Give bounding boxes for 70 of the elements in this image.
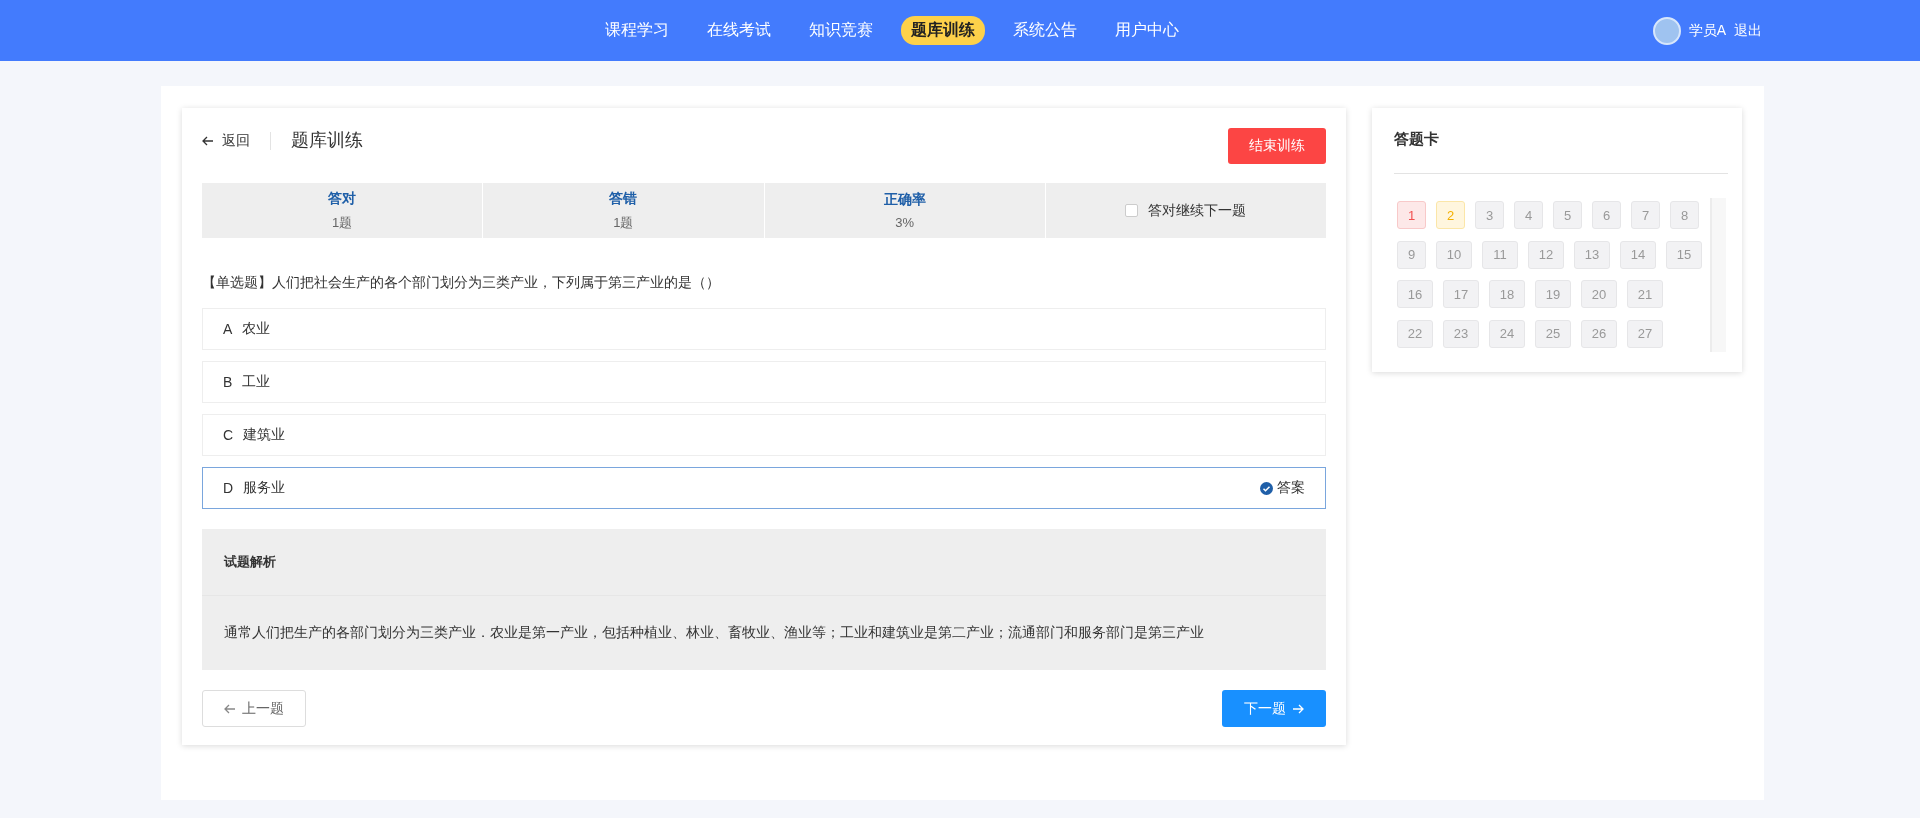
next-button[interactable]: 下一题	[1222, 690, 1326, 727]
answer-option[interactable]: D 服务业 答案	[202, 467, 1326, 509]
option-text: 农业	[242, 320, 271, 338]
question-number[interactable]: 23	[1443, 319, 1479, 348]
question-number[interactable]: 7	[1631, 201, 1660, 229]
question-number[interactable]: 5	[1553, 201, 1582, 229]
nav-tab[interactable]: 课程学习	[595, 16, 679, 45]
answer-tag: 答案	[1277, 479, 1305, 497]
question-number[interactable]: 13	[1574, 240, 1610, 269]
question-number[interactable]: 20	[1581, 280, 1617, 308]
nav-tab[interactable]: 用户中心	[1105, 16, 1189, 45]
nav-tab[interactable]: 系统公告	[1003, 16, 1087, 45]
logout-link[interactable]: 退出	[1734, 21, 1762, 40]
question-number[interactable]: 17	[1443, 280, 1479, 308]
arrow-right-icon	[1292, 703, 1304, 714]
analysis-text: 通常人们把生产的各部门划分为三类产业．农业是第一产业，包括种植业、林业、畜牧业、渔业等；工业和建筑业是第二产业；流通部门和服务部门是第三产业	[223, 623, 1205, 642]
stat-label: 正确率	[883, 191, 926, 209]
checkbox[interactable]	[1125, 204, 1139, 217]
answer-option[interactable]: A 农业	[202, 308, 1326, 350]
stat-label: 答对	[328, 189, 357, 208]
question-number[interactable]: 21	[1627, 280, 1663, 308]
question-number[interactable]: 4	[1514, 201, 1543, 229]
stat-value: 3%	[895, 215, 914, 230]
check-circle-icon	[1260, 481, 1273, 495]
nav-tab[interactable]: 知识竞赛	[799, 16, 883, 45]
option-letter: B	[223, 374, 233, 390]
question-number[interactable]: 16	[1397, 280, 1433, 308]
end-button[interactable]: 结束训练	[1228, 128, 1326, 164]
question-number[interactable]: 3	[1475, 201, 1504, 229]
previous-button[interactable]: 上一题	[202, 690, 306, 727]
page-title: 题库训练	[291, 129, 363, 152]
question-number[interactable]: 6	[1592, 201, 1621, 229]
option-letter: C	[223, 427, 234, 443]
nav-tab[interactable]: 在线考试	[697, 16, 781, 45]
question-number[interactable]: 24	[1489, 319, 1525, 348]
option-text: 服务业	[243, 479, 286, 497]
question-number[interactable]: 12	[1528, 240, 1564, 269]
analysis-title: 试题解析	[202, 529, 1326, 596]
arrow-left-icon	[202, 136, 214, 146]
question-number[interactable]: 22	[1397, 319, 1433, 348]
option-text: 工业	[242, 373, 271, 391]
card-title: 答题卡	[1394, 130, 1728, 174]
answer-option[interactable]: C 建筑业	[202, 414, 1326, 456]
checkbox-label: 答对继续下一题	[1148, 201, 1247, 220]
option-text: 建筑业	[243, 426, 286, 444]
question-number[interactable]: 27	[1627, 319, 1663, 348]
question-number[interactable]: 11	[1482, 240, 1518, 269]
question-number[interactable]: 8	[1670, 201, 1699, 229]
question-number[interactable]: 2	[1436, 201, 1465, 229]
nav-tab[interactable]: 题库训练	[901, 16, 985, 45]
stat-value: 1题	[332, 213, 353, 232]
question-number[interactable]: 25	[1535, 319, 1571, 348]
question-number[interactable]: 15	[1666, 240, 1702, 269]
question-number[interactable]: 10	[1436, 240, 1472, 269]
question-text: 【单选题】人们把社会生产的各个部门划分为三类产业，下列属于第三产业的是（）	[202, 274, 721, 292]
user-name: 学员A	[1688, 21, 1726, 40]
option-letter: D	[223, 480, 234, 496]
stat-value: 1题	[613, 213, 634, 232]
question-number[interactable]: 18	[1489, 280, 1525, 308]
option-letter: A	[223, 321, 233, 337]
question-number[interactable]: 1	[1397, 201, 1426, 229]
question-number[interactable]: 14	[1620, 240, 1656, 269]
answer-option[interactable]: B 工业	[202, 361, 1326, 403]
question-number[interactable]: 26	[1581, 319, 1617, 348]
question-number[interactable]: 19	[1535, 280, 1571, 308]
arrow-left-icon	[224, 703, 236, 714]
stat-label: 答错	[609, 189, 638, 208]
avatar	[1652, 16, 1681, 45]
question-number[interactable]: 9	[1397, 240, 1426, 269]
back-link[interactable]: 返回	[202, 128, 250, 150]
